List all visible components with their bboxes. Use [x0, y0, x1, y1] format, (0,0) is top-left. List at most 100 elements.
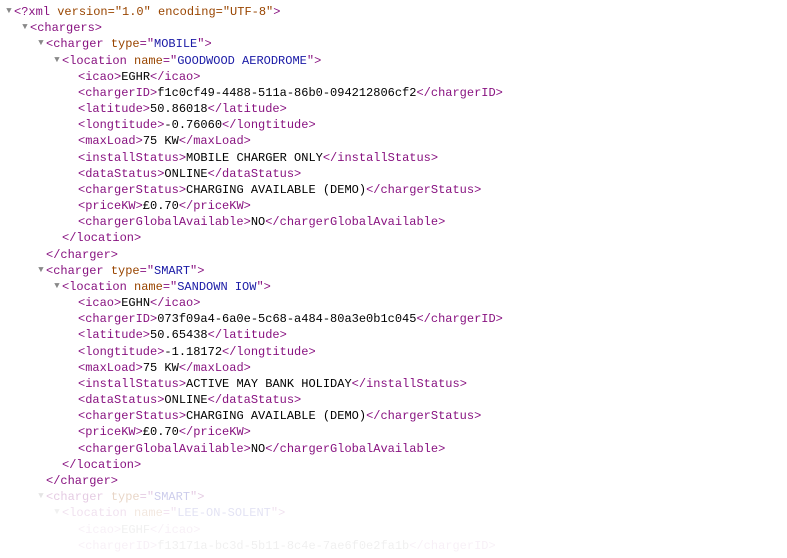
- xml-attr-name: name: [134, 280, 163, 294]
- xml-line: ▼<charger type="SMART">: [4, 263, 783, 279]
- disclosure-triangle-icon[interactable]: ▼: [36, 488, 46, 504]
- xml-text: -1.18172: [164, 345, 222, 359]
- xml-line: <dataStatus>ONLINE</dataStatus>: [4, 166, 783, 182]
- xml-text: CHARGING AVAILABLE (DEMO): [186, 409, 366, 423]
- xml-tag: <chargerStatus>: [78, 409, 186, 423]
- xml-line: <installStatus>ACTIVE MAY BANK HOLIDAY</…: [4, 376, 783, 392]
- xml-tag: <installStatus>: [78, 151, 186, 165]
- disclosure-triangle-icon[interactable]: ▼: [52, 278, 62, 294]
- xml-line: <icao>EGHF</icao>: [4, 522, 783, 538]
- xml-tag: <charger: [46, 264, 111, 278]
- xml-line: </location>: [4, 230, 783, 246]
- xml-line: <chargerStatus>CHARGING AVAILABLE (DEMO)…: [4, 182, 783, 198]
- xml-tag: <dataStatus>: [78, 167, 164, 181]
- xml-tag: </maxLoad>: [179, 135, 251, 149]
- disclosure-triangle-icon[interactable]: ▼: [36, 35, 46, 51]
- xml-text: £0.70: [143, 199, 179, 213]
- xml-tag: <latitude>: [78, 102, 150, 116]
- xml-tag: </priceKW>: [179, 199, 251, 213]
- xml-attr-value: LEE-ON-SOLENT: [177, 507, 271, 521]
- xml-line: </location>: [4, 457, 783, 473]
- xml-tag: </chargerGlobalAvailable>: [265, 215, 445, 229]
- xml-tag: </longtitude>: [222, 118, 316, 132]
- xml-line: <installStatus>MOBILE CHARGER ONLY</inst…: [4, 150, 783, 166]
- xml-tag: </chargerID>: [416, 312, 502, 326]
- xml-line: <chargerID>f1c0cf49-4488-511a-86b0-09421…: [4, 85, 783, 101]
- xml-text: f1c0cf49-4488-511a-86b0-094212806cf2: [157, 86, 416, 100]
- xml-tag: </dataStatus>: [208, 167, 302, 181]
- xml-text: EGHR: [121, 70, 150, 84]
- xml-tag: <icao>: [78, 70, 121, 84]
- xml-line: </charger>: [4, 247, 783, 263]
- xml-line: <priceKW>£0.70</priceKW>: [4, 198, 783, 214]
- xml-tag: <icao>: [78, 296, 121, 310]
- xml-tag: </latitude>: [208, 329, 287, 343]
- xml-attr-name: type: [111, 264, 140, 278]
- xml-declaration: <?xml: [14, 5, 57, 19]
- xml-line: <icao>EGHR</icao>: [4, 69, 783, 85]
- disclosure-triangle-icon[interactable]: ▼: [4, 3, 14, 19]
- disclosure-triangle-icon[interactable]: ▼: [20, 19, 30, 35]
- xml-line: ▼<?xml version="1.0" encoding="UTF-8">: [4, 4, 783, 20]
- xml-tag: <dataStatus>: [78, 393, 164, 407]
- xml-tag: <chargerID>: [78, 312, 157, 326]
- xml-text: -0.76060: [164, 118, 222, 132]
- xml-line: <chargerID>073f09a4-6a0e-5c68-a484-80a3e…: [4, 311, 783, 327]
- xml-line: ▼<location name="GOODWOOD AERODROME">: [4, 53, 783, 69]
- disclosure-triangle-icon[interactable]: ▼: [52, 52, 62, 68]
- xml-line: <maxLoad>75 KW</maxLoad>: [4, 133, 783, 149]
- disclosure-triangle-icon[interactable]: ▼: [52, 504, 62, 520]
- xml-text: 75 KW: [143, 135, 179, 149]
- xml-line: <maxLoad>75 KW</maxLoad>: [4, 360, 783, 376]
- xml-text: 50.86018: [150, 102, 208, 116]
- xml-tag: </priceKW>: [179, 426, 251, 440]
- xml-line: <chargerID>f13171a-bc3d-5b11-8c4e-7ae6f0…: [4, 538, 783, 554]
- xml-tag: <location: [62, 507, 134, 521]
- xml-tag: </latitude>: [208, 102, 287, 116]
- xml-tag: <installStatus>: [78, 377, 186, 391]
- xml-tag: </charger>: [46, 248, 118, 262]
- xml-line: <icao>EGHN</icao>: [4, 295, 783, 311]
- xml-line: ▼<chargers>: [4, 20, 783, 36]
- xml-tag: <charger: [46, 490, 111, 504]
- xml-attr-value: SANDOWN IOW: [177, 280, 256, 294]
- xml-line: <chargerGlobalAvailable>NO</chargerGloba…: [4, 441, 783, 457]
- xml-text: CHARGING AVAILABLE (DEMO): [186, 183, 366, 197]
- xml-tag: </icao>: [150, 296, 200, 310]
- xml-attr-name: type: [111, 490, 140, 504]
- xml-line: <longtitude>-0.76060</longtitude>: [4, 117, 783, 133]
- xml-tag: <icao>: [78, 523, 121, 537]
- xml-tag: <chargerGlobalAvailable>: [78, 215, 251, 229]
- xml-attr-value: SMART: [154, 490, 190, 504]
- xml-attr-name: name: [134, 507, 163, 521]
- xml-text: ONLINE: [164, 167, 207, 181]
- xml-tag: </chargerID>: [416, 86, 502, 100]
- xml-tag: <maxLoad>: [78, 135, 143, 149]
- xml-tag: <maxLoad>: [78, 361, 143, 375]
- xml-tag: </chargerGlobalAvailable>: [265, 442, 445, 456]
- xml-tag: </installStatus>: [323, 151, 438, 165]
- xml-text: 75 KW: [143, 361, 179, 375]
- xml-text: 50.65438: [150, 329, 208, 343]
- xml-tag: </icao>: [150, 523, 200, 537]
- xml-line: ▼<location name="SANDOWN IOW">: [4, 279, 783, 295]
- xml-tag: </location>: [62, 458, 141, 472]
- xml-tag: </chargerStatus>: [366, 409, 481, 423]
- xml-text: 073f09a4-6a0e-5c68-a484-80a3e0b1c045: [157, 312, 416, 326]
- xml-tag: </chargerID>: [409, 539, 495, 553]
- xml-tag: <location: [62, 280, 134, 294]
- xml-tag: </icao>: [150, 70, 200, 84]
- xml-text: £0.70: [143, 426, 179, 440]
- xml-line: <latitude>50.65438</latitude>: [4, 327, 783, 343]
- xml-tag: </location>: [62, 232, 141, 246]
- xml-tag: <priceKW>: [78, 426, 143, 440]
- disclosure-triangle-icon[interactable]: ▼: [36, 262, 46, 278]
- xml-tag: <chargerStatus>: [78, 183, 186, 197]
- xml-line: </charger>: [4, 473, 783, 489]
- xml-attr-value: MOBILE: [154, 38, 197, 52]
- xml-line: ▼<charger type="MOBILE">: [4, 36, 783, 52]
- xml-line: <chargerGlobalAvailable>NO</chargerGloba…: [4, 214, 783, 230]
- xml-tag: <chargerID>: [78, 539, 157, 553]
- xml-attr-value: SMART: [154, 264, 190, 278]
- xml-attr-value: GOODWOOD AERODROME: [177, 54, 307, 68]
